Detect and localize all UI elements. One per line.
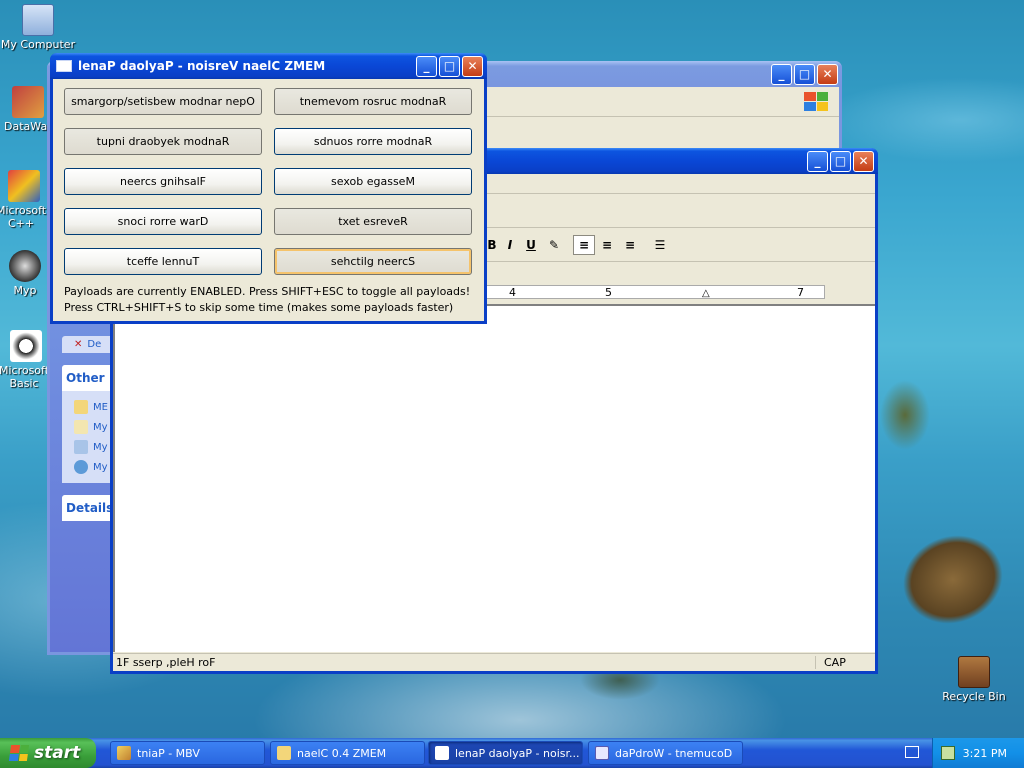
taskbar-item-payload-panel[interactable]: lenaP daolyaP - noisr... bbox=[428, 741, 583, 765]
payload-button-open-websites[interactable]: smargorp/setisbew modnar nepO bbox=[64, 88, 262, 115]
bullets-button[interactable]: ☰ bbox=[649, 235, 671, 255]
details-panel: Details bbox=[62, 495, 113, 521]
taskbar: start tniaP - MBV naelC 0.4 ZMEM lenaP d… bbox=[0, 738, 1024, 768]
wordpad-icon bbox=[595, 746, 609, 760]
desktop-icon-label: Microsoft Basic bbox=[0, 364, 50, 390]
maximize-button[interactable]: □ bbox=[794, 63, 815, 85]
payload-status-text: Payloads are currently ENABLED. Press SH… bbox=[64, 285, 471, 298]
minimize-button[interactable]: _ bbox=[416, 55, 437, 77]
payload-button-draw-error-icons[interactable]: snoci rorre warD bbox=[64, 208, 262, 235]
align-right-button[interactable]: ≡ bbox=[619, 235, 641, 255]
documents-icon bbox=[74, 420, 88, 434]
clock[interactable]: 3:21 PM bbox=[963, 747, 1007, 760]
status-text: 1F sserp ,pleH roF bbox=[116, 656, 216, 669]
minimize-button[interactable]: _ bbox=[771, 63, 792, 85]
place-link[interactable]: My bbox=[62, 437, 112, 457]
window-icon bbox=[435, 746, 449, 760]
window-icon bbox=[56, 60, 72, 72]
desktop-icon-my-computer[interactable]: My Computer bbox=[0, 4, 76, 51]
visual-basic-icon bbox=[10, 330, 42, 362]
windows-logo-icon bbox=[8, 745, 30, 761]
payload-button-grid: smargorp/setisbew modnar nepO tnemevom r… bbox=[64, 88, 473, 275]
align-left-icon: ≡ bbox=[578, 238, 590, 252]
place-link[interactable]: ME bbox=[62, 397, 112, 417]
align-center-button[interactable]: ≡ bbox=[596, 235, 618, 255]
taskbar-item-wordpad[interactable]: daPdroW - tnemucoD bbox=[588, 741, 743, 765]
payload-button-cursor-movement[interactable]: tnemevom rosruc modnaR bbox=[274, 88, 472, 115]
maximize-button[interactable]: □ bbox=[830, 150, 851, 172]
taskbar-item-paint[interactable]: tniaP - MBV bbox=[110, 741, 265, 765]
caps-indicator: CAP bbox=[815, 656, 875, 669]
raccoon-icon bbox=[9, 250, 41, 282]
system-tray: 3:21 PM bbox=[932, 738, 1024, 768]
place-link[interactable]: My bbox=[62, 457, 112, 477]
underline-button[interactable]: U bbox=[520, 235, 542, 255]
computer-icon bbox=[74, 440, 88, 454]
close-button[interactable]: ✕ bbox=[853, 150, 874, 172]
desktop-icon-label: My Computer bbox=[0, 38, 76, 51]
minimize-button[interactable]: _ bbox=[807, 150, 828, 172]
desktop-icon-recycle-bin[interactable]: Recycle Bin bbox=[936, 656, 1012, 703]
visual-studio-icon bbox=[8, 170, 40, 202]
network-icon[interactable] bbox=[941, 746, 955, 760]
payload-button-screen-glitches[interactable]: sehctilg neercS bbox=[274, 248, 472, 275]
place-link[interactable]: My bbox=[62, 417, 112, 437]
payload-button-flashing-screen[interactable]: neercs gnihsalF bbox=[64, 168, 262, 195]
title-bar[interactable]: lenaP daolyaP - noisreV naelC ZMEM _ □ ✕ bbox=[50, 53, 487, 79]
computer-icon bbox=[22, 4, 54, 36]
paint-icon bbox=[117, 746, 131, 760]
payload-info: Payloads are currently ENABLED. Press SH… bbox=[64, 284, 473, 316]
windows-logo-icon bbox=[801, 89, 831, 114]
palette-icon: ✎ bbox=[548, 238, 560, 252]
task-panel: ✕ De bbox=[62, 336, 112, 353]
taskbar-item-memz-folder[interactable]: naelC 0.4 ZMEM bbox=[270, 741, 425, 765]
memz-payload-window[interactable]: lenaP daolyaP - noisreV naelC ZMEM _ □ ✕… bbox=[50, 53, 487, 324]
close-button[interactable]: ✕ bbox=[462, 55, 483, 77]
status-bar: 1F sserp ,pleH roF CAP bbox=[113, 653, 875, 671]
color-button[interactable]: ✎ bbox=[543, 235, 565, 255]
desktop-icon-visual-cpp[interactable]: Microsoft C++ bbox=[0, 170, 52, 230]
desktop-icon-label: Microsoft C++ bbox=[0, 204, 47, 230]
shortcut-icon bbox=[12, 86, 44, 118]
payload-button-keyboard-input[interactable]: tupni draobyek modnaR bbox=[64, 128, 262, 155]
desktop-icon-visual-basic[interactable]: Microsoft Basic bbox=[0, 330, 54, 390]
folder-icon bbox=[277, 746, 291, 760]
wallpaper-rock bbox=[880, 380, 930, 450]
payload-button-error-sounds[interactable]: sdnuos rorre modnaR bbox=[274, 128, 472, 155]
payload-button-message-boxes[interactable]: sexob egasseM bbox=[274, 168, 472, 195]
desktop-icon-label: Recycle Bin bbox=[942, 690, 1006, 703]
payload-button-reverse-text[interactable]: txet esreveR bbox=[274, 208, 472, 235]
bullets-icon: ☰ bbox=[654, 238, 666, 252]
network-icon bbox=[74, 460, 88, 474]
recycle-bin-icon bbox=[958, 656, 990, 688]
italic-button[interactable]: I bbox=[499, 235, 521, 255]
panel-title[interactable]: Other bbox=[62, 365, 112, 391]
task-link[interactable]: ✕ De bbox=[62, 336, 112, 353]
desktop-icon-datawag[interactable]: DataWag bbox=[0, 86, 54, 133]
desktop-icon-label: Myp bbox=[13, 284, 37, 297]
close-button[interactable]: ✕ bbox=[817, 63, 838, 85]
document-area[interactable] bbox=[113, 304, 875, 652]
align-center-icon: ≡ bbox=[601, 238, 613, 252]
indent-marker-icon[interactable]: △ bbox=[702, 288, 710, 299]
panel-title[interactable]: Details bbox=[62, 495, 113, 521]
payload-hint-text: Press CTRL+SHIFT+S to skip some time (ma… bbox=[64, 301, 454, 314]
desktop-icon-myp[interactable]: Myp bbox=[0, 250, 52, 297]
other-places-panel: Other ME My My My bbox=[62, 365, 112, 483]
payload-button-tunnel-effect[interactable]: tceffe lennuT bbox=[64, 248, 262, 275]
window-body: smargorp/setisbew modnar nepO tnemevom r… bbox=[53, 79, 484, 321]
delete-icon: ✕ bbox=[74, 339, 83, 350]
start-button[interactable]: start bbox=[0, 738, 96, 768]
align-left-button[interactable]: ≡ bbox=[573, 235, 595, 255]
folder-icon bbox=[74, 400, 88, 414]
keyboard-icon[interactable] bbox=[905, 746, 919, 758]
window-title: lenaP daolyaP - noisreV naelC ZMEM bbox=[78, 59, 326, 73]
align-right-icon: ≡ bbox=[624, 238, 636, 252]
maximize-button[interactable]: □ bbox=[439, 55, 460, 77]
